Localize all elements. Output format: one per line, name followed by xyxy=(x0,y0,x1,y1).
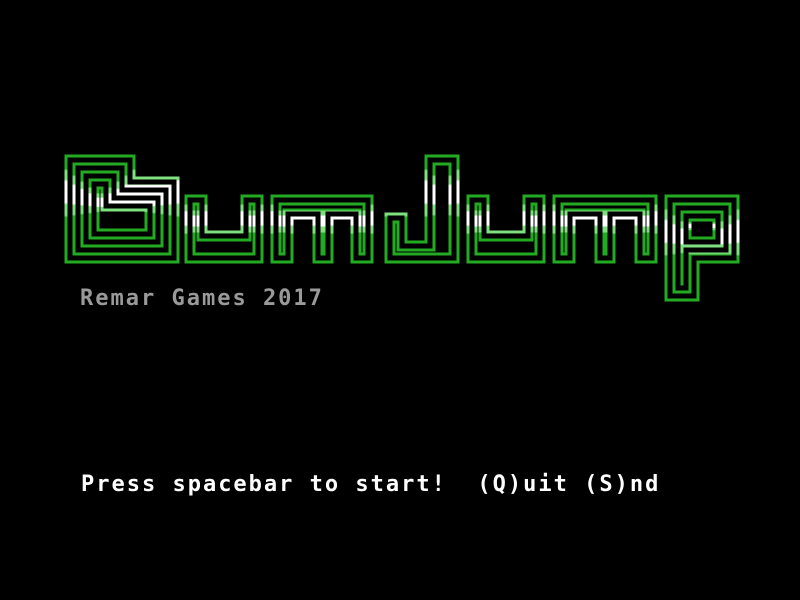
game-logo xyxy=(64,154,740,302)
menu-prompt-bar: Press spacebar to start! (Q)uit (S)nd xyxy=(20,446,790,524)
logo-letter-m2 xyxy=(552,194,658,264)
sound-option[interactable]: (S)nd xyxy=(584,472,660,497)
quit-option[interactable]: (Q)uit xyxy=(477,472,568,497)
title-screen: Remar Games 2017 Press spacebar to start… xyxy=(0,0,800,600)
publisher-credit: Remar Games 2017 xyxy=(80,286,324,311)
logo-letter-d xyxy=(64,154,180,264)
logo-letter-j xyxy=(384,154,460,264)
logo-letter-m xyxy=(270,194,374,264)
logo-letter-p xyxy=(664,194,740,302)
start-prompt[interactable]: Press spacebar to start! xyxy=(81,472,447,497)
logo-letter-u xyxy=(184,194,264,264)
logo-letter-u2 xyxy=(466,194,546,264)
